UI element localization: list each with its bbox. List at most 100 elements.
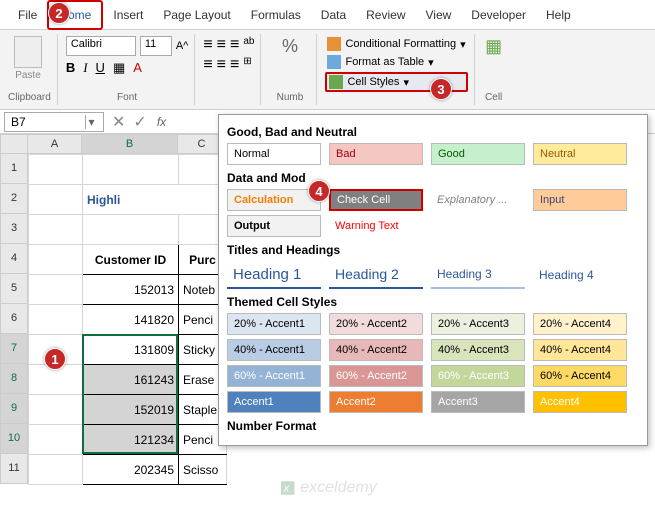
alignment-label bbox=[203, 92, 254, 103]
fx-icon[interactable]: fx bbox=[157, 115, 166, 129]
style-neutral[interactable]: Neutral bbox=[533, 143, 627, 165]
row-header[interactable]: 6 bbox=[0, 304, 28, 334]
name-box[interactable]: B7 ▾ bbox=[4, 112, 104, 132]
tab-insert[interactable]: Insert bbox=[103, 2, 153, 28]
style-40-accent3[interactable]: 40% - Accent3 bbox=[431, 339, 525, 361]
tab-review[interactable]: Review bbox=[356, 2, 415, 28]
title-cell[interactable]: Highli bbox=[83, 185, 227, 215]
style-accent4[interactable]: Accent4 bbox=[533, 391, 627, 413]
font-size-select[interactable]: 11 bbox=[140, 36, 172, 56]
style-60-accent3[interactable]: 60% - Accent3 bbox=[431, 365, 525, 387]
tab-file[interactable]: File bbox=[8, 2, 47, 28]
percent-icon[interactable]: % bbox=[282, 36, 298, 57]
row-header[interactable]: 8 bbox=[0, 364, 28, 394]
row-header[interactable]: 9 bbox=[0, 394, 28, 424]
style-20-accent4[interactable]: 20% - Accent4 bbox=[533, 313, 627, 335]
data-cell[interactable]: 161243 bbox=[83, 365, 179, 395]
border-button[interactable]: ▦ bbox=[113, 60, 125, 76]
style-good[interactable]: Good bbox=[431, 143, 525, 165]
style-normal[interactable]: Normal bbox=[227, 143, 321, 165]
style-accent3[interactable]: Accent3 bbox=[431, 391, 525, 413]
style-check-cell[interactable]: Check Cell bbox=[329, 189, 423, 211]
col-header-a[interactable]: A bbox=[28, 134, 82, 154]
style-heading2[interactable]: Heading 2 bbox=[329, 261, 423, 289]
style-40-accent1[interactable]: 40% - Accent1 bbox=[227, 339, 321, 361]
style-60-accent4[interactable]: 60% - Accent4 bbox=[533, 365, 627, 387]
style-accent2[interactable]: Accent2 bbox=[329, 391, 423, 413]
style-explanatory[interactable]: Explanatory ... bbox=[431, 189, 525, 211]
style-heading3[interactable]: Heading 3 bbox=[431, 261, 525, 289]
style-20-accent2[interactable]: 20% - Accent2 bbox=[329, 313, 423, 335]
data-cell[interactable]: 152019 bbox=[83, 395, 179, 425]
cells[interactable]: Highli Customer IDPurc 152013Noteb 14182… bbox=[28, 154, 227, 485]
row-header[interactable]: 3 bbox=[0, 214, 28, 244]
row-header[interactable]: 4 bbox=[0, 244, 28, 274]
style-20-accent3[interactable]: 20% - Accent3 bbox=[431, 313, 525, 335]
name-box-dropdown-icon[interactable]: ▾ bbox=[85, 115, 97, 129]
tab-formulas[interactable]: Formulas bbox=[241, 2, 311, 28]
row-header[interactable]: 7 bbox=[0, 334, 28, 364]
align-left-icon[interactable]: ≡ bbox=[203, 56, 212, 74]
style-60-accent1[interactable]: 60% - Accent1 bbox=[227, 365, 321, 387]
merge-icon[interactable]: ⊞ bbox=[243, 56, 251, 74]
style-accent1[interactable]: Accent1 bbox=[227, 391, 321, 413]
paste-button[interactable]: Paste bbox=[8, 36, 48, 81]
style-heading4[interactable]: Heading 4 bbox=[533, 261, 627, 289]
row-header[interactable]: 5 bbox=[0, 274, 28, 304]
underline-button[interactable]: U bbox=[96, 60, 105, 76]
style-40-accent4[interactable]: 40% - Accent4 bbox=[533, 339, 627, 361]
align-right-icon[interactable]: ≡ bbox=[230, 56, 239, 74]
data-cell[interactable]: 202345 bbox=[83, 455, 179, 485]
ribbon: Paste Clipboard Calibri 11 A^ B I U ▦ A … bbox=[0, 30, 655, 110]
enter-icon[interactable]: ✓ bbox=[133, 112, 146, 132]
increase-font-icon[interactable]: A^ bbox=[176, 40, 189, 52]
style-input[interactable]: Input bbox=[533, 189, 627, 211]
chevron-down-icon: ▾ bbox=[428, 56, 434, 69]
row-header[interactable]: 10 bbox=[0, 424, 28, 454]
data-cell[interactable]: 131809 bbox=[83, 335, 179, 365]
row-header[interactable]: 2 bbox=[0, 184, 28, 214]
data-cell[interactable]: 152013 bbox=[83, 275, 179, 305]
tab-developer[interactable]: Developer bbox=[461, 2, 536, 28]
style-warning-text[interactable]: Warning Text bbox=[329, 215, 423, 237]
align-top-icon[interactable]: ≡ bbox=[203, 36, 212, 54]
font-color-button[interactable]: A bbox=[133, 60, 142, 76]
header-customer-id[interactable]: Customer ID bbox=[83, 245, 179, 275]
data-cell[interactable]: 141820 bbox=[83, 305, 179, 335]
data-cell[interactable]: Scisso bbox=[179, 455, 227, 485]
tab-data[interactable]: Data bbox=[311, 2, 356, 28]
format-as-table-button[interactable]: Format as Table▾ bbox=[325, 54, 467, 70]
wrap-text-icon[interactable]: ab bbox=[243, 36, 254, 54]
cells-icon[interactable]: ▦ bbox=[485, 36, 502, 57]
bold-button[interactable]: B bbox=[66, 60, 75, 76]
cancel-icon[interactable]: ✕ bbox=[112, 112, 125, 132]
row-header[interactable]: 11 bbox=[0, 454, 28, 484]
style-20-accent1[interactable]: 20% - Accent1 bbox=[227, 313, 321, 335]
col-header-b[interactable]: B bbox=[82, 134, 178, 154]
group-font: Calibri 11 A^ B I U ▦ A Font bbox=[64, 34, 196, 105]
tab-page-layout[interactable]: Page Layout bbox=[153, 2, 240, 28]
style-output[interactable]: Output bbox=[227, 215, 321, 237]
cell-styles-gallery: Good, Bad and Neutral Normal Bad Good Ne… bbox=[218, 114, 648, 446]
align-middle-icon[interactable]: ≡ bbox=[217, 36, 226, 54]
data-cell[interactable]: 121234 bbox=[83, 425, 179, 455]
align-center-icon[interactable]: ≡ bbox=[217, 56, 226, 74]
font-name-select[interactable]: Calibri bbox=[66, 36, 136, 56]
style-calculation[interactable]: Calculation bbox=[227, 189, 321, 211]
group-clipboard: Paste Clipboard bbox=[6, 34, 58, 105]
style-bad[interactable]: Bad bbox=[329, 143, 423, 165]
clipboard-label: Clipboard bbox=[8, 92, 51, 103]
style-60-accent2[interactable]: 60% - Accent2 bbox=[329, 365, 423, 387]
row-header[interactable]: 1 bbox=[0, 154, 28, 184]
italic-button[interactable]: I bbox=[83, 60, 87, 76]
tab-view[interactable]: View bbox=[416, 2, 462, 28]
style-heading1[interactable]: Heading 1 bbox=[227, 261, 321, 289]
conditional-formatting-button[interactable]: Conditional Formatting▾ bbox=[325, 36, 467, 52]
chevron-down-icon: ▾ bbox=[460, 38, 466, 51]
gallery-section-title: Number Format bbox=[227, 419, 639, 433]
select-all-corner[interactable] bbox=[0, 134, 28, 154]
format-as-table-icon bbox=[327, 55, 341, 69]
tab-help[interactable]: Help bbox=[536, 2, 581, 28]
align-bottom-icon[interactable]: ≡ bbox=[230, 36, 239, 54]
style-40-accent2[interactable]: 40% - Accent2 bbox=[329, 339, 423, 361]
